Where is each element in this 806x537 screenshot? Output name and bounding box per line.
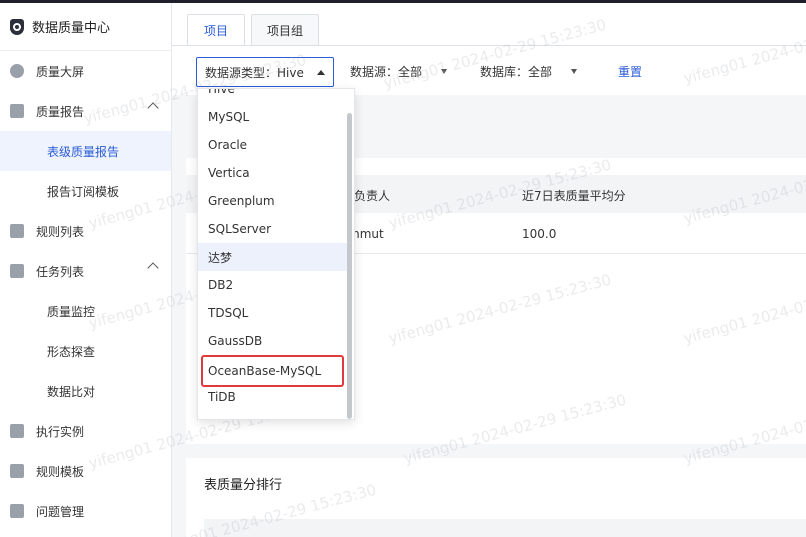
instance-icon (10, 424, 24, 438)
cell-avg-score: 100.0 (522, 227, 557, 241)
sidebar-item-rule-list[interactable]: 规则列表 (0, 211, 171, 251)
ranking-title: 表质量分排行 (204, 478, 283, 493)
caret-down-icon[interactable] (441, 69, 447, 74)
source-select[interactable]: 数据源：全部 (350, 63, 422, 80)
sidebar-item-label: 质量报告 (36, 104, 85, 119)
tab-divider (172, 45, 806, 46)
sidebar-item-report-template[interactable]: 报告订阅模板 (0, 171, 171, 211)
option-gaussdb[interactable]: GaussDB (198, 327, 350, 355)
chevron-up-icon (147, 262, 159, 274)
app-title: 数据质量中心 (32, 21, 111, 36)
dropdown-scrollbar[interactable] (347, 113, 352, 419)
shield-logo-icon (10, 18, 24, 35)
pie-chart-icon (10, 64, 24, 78)
option-hive[interactable]: Hive (198, 89, 350, 103)
sidebar-item-quality-monitor[interactable]: 质量监控 (0, 291, 171, 331)
brand: 数据质量中心 (0, 3, 171, 51)
sidebar-item-quality-report[interactable]: 质量报告 (0, 91, 171, 131)
column-header-owner: 负责人 (354, 189, 391, 203)
source-type-dropdown: Hive MySQL Oracle Vertica Greenplum SQLS… (197, 88, 355, 420)
task-icon (10, 264, 24, 278)
column-header-avg-score: 近7日表质量平均分 (522, 189, 626, 203)
sidebar-item-label: 执行实例 (36, 424, 85, 439)
database-select[interactable]: 数据库：全部 (480, 63, 552, 80)
sidebar-item-label: 质量大屏 (36, 64, 85, 79)
sidebar-item-label: 规则列表 (36, 224, 85, 239)
sidebar-item-task-list[interactable]: 任务列表 (0, 251, 171, 291)
option-vertica[interactable]: Vertica (198, 159, 350, 187)
sidebar-item-issue-management[interactable]: 问题管理 (0, 491, 171, 531)
option-tdsql[interactable]: TDSQL (198, 299, 350, 327)
caret-up-icon (317, 70, 325, 75)
chevron-up-icon (147, 102, 159, 114)
option-sqlserver[interactable]: SQLServer (198, 215, 350, 243)
document-icon (10, 224, 24, 238)
reset-button[interactable]: 重置 (618, 63, 642, 80)
sidebar-item-rule-template[interactable]: 规则模板 (0, 451, 171, 491)
ranking-table-header (204, 519, 806, 537)
option-tidb[interactable]: TiDB (198, 383, 350, 411)
sidebar-item-profile-explore[interactable]: 形态探查 (0, 331, 171, 371)
sidebar: 数据质量中心 质量大屏 质量报告 表级质量报告 报告订阅模板 规则列表 任务列表… (0, 3, 172, 537)
option-db2[interactable]: DB2 (198, 271, 350, 299)
sidebar-item-label: 任务列表 (36, 264, 85, 279)
option-mysql[interactable]: MySQL (198, 103, 350, 131)
source-type-select[interactable]: 数据源类型：Hive (196, 57, 334, 87)
template-icon (10, 464, 24, 478)
sidebar-item-exec-instance[interactable]: 执行实例 (0, 411, 171, 451)
option-greenplum[interactable]: Greenplum (198, 187, 350, 215)
source-type-value: 数据源类型：Hive (205, 65, 304, 80)
sidebar-item-label: 规则模板 (36, 464, 85, 479)
option-dameng[interactable]: 达梦 (198, 243, 350, 271)
caret-down-icon[interactable] (571, 69, 577, 74)
sidebar-item-table-report[interactable]: 表级质量报告 (0, 131, 171, 171)
trend-chart-icon (10, 104, 24, 118)
sidebar-item-label: 问题管理 (36, 504, 85, 519)
sidebar-item-quality-dashboard[interactable]: 质量大屏 (0, 51, 171, 91)
tab-project[interactable]: 项目 (187, 14, 245, 46)
issue-icon (10, 504, 24, 518)
sidebar-item-data-compare[interactable]: 数据比对 (0, 371, 171, 411)
tab-project-group[interactable]: 项目组 (251, 14, 319, 46)
option-oracle[interactable]: Oracle (198, 131, 350, 159)
